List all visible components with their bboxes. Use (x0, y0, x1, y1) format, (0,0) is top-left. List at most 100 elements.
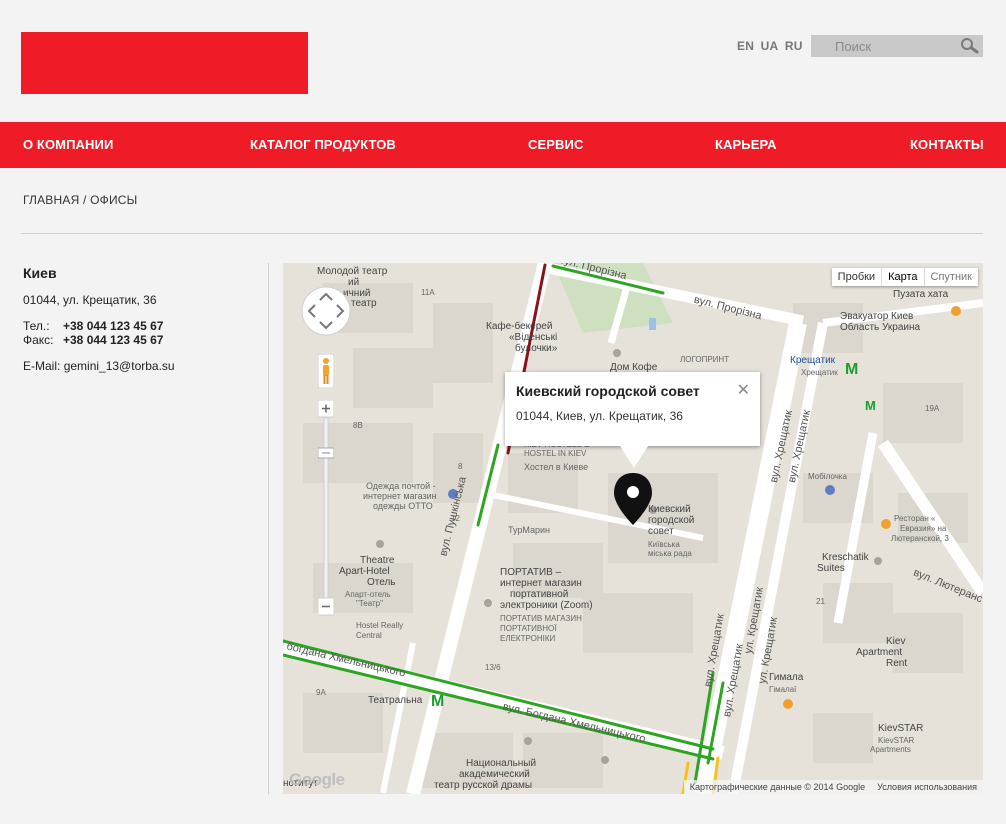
map-label: 13/6 (485, 663, 501, 672)
email-row: E-Mail: gemini_13@torba.su (23, 359, 175, 373)
phone-row: Тел.: +38 044 123 45 67 (23, 319, 175, 333)
map-label: театр (351, 298, 377, 309)
nav-about[interactable]: О КОМПАНИИ (23, 137, 113, 152)
office-address: 01044, ул. Крещатик, 36 (23, 293, 157, 307)
map-terms-link[interactable]: Условия использования (877, 780, 977, 794)
map-label: "Театр" (356, 599, 383, 608)
lang-en[interactable]: EN (737, 39, 754, 53)
map-label: ЕЛЕКТРОНІКИ (500, 634, 556, 643)
info-window-tail (620, 446, 648, 468)
map-label: Theatre (360, 555, 395, 566)
map-label: портативной (510, 589, 569, 600)
breadcrumb-current: ОФИСЫ (90, 193, 138, 207)
office-info: Киев 01044, ул. Крещатик, 36 Тел.: +38 0… (23, 265, 175, 373)
map-label: интернет магазин (500, 578, 582, 589)
map-label: одежды ОТТО (373, 501, 433, 511)
breadcrumb: ГЛАВНАЯ / ОФИСЫ (23, 193, 137, 207)
map-label: театр русской драмы (434, 780, 533, 791)
pan-control[interactable] (300, 285, 352, 337)
email-label: E-Mail: (23, 359, 61, 373)
map-label: Suites (817, 563, 845, 574)
search-box (811, 35, 983, 57)
map-type-control: Пробки Карта Спутник (831, 268, 978, 286)
map-label: Хостел в Киеве (524, 462, 589, 472)
search-icon[interactable] (959, 37, 979, 55)
map-label: Apartments (870, 745, 911, 754)
map-label: Rent (886, 658, 908, 669)
breadcrumb-home[interactable]: ГЛАВНАЯ (23, 193, 79, 207)
map-type-map[interactable]: Карта (881, 268, 923, 286)
fax-label: Факс: (23, 333, 54, 347)
svg-text:M: M (431, 693, 444, 710)
map-info-window: Киевский городской совет 01044, Киев, ул… (505, 372, 760, 446)
map-type-satellite[interactable]: Спутник (923, 268, 978, 286)
search-input[interactable] (811, 35, 975, 57)
map-label: Apart-Hotel (339, 566, 390, 577)
map-label: Молодой театр (317, 266, 388, 277)
map-label: городской (648, 515, 695, 526)
map-label: Kiev (886, 636, 906, 647)
map-label: міська рада (648, 549, 692, 558)
map-label: Гімалаї (769, 685, 797, 694)
vertical-divider (268, 263, 269, 794)
map-label: Область Украина (840, 322, 921, 333)
fax-row: Факс: +38 044 123 45 67 (23, 333, 175, 347)
map-label: 8В (353, 421, 363, 430)
language-switcher: EN UA RU (737, 39, 806, 53)
map-label: 11А (421, 288, 435, 297)
breadcrumb-separator: / (83, 193, 87, 207)
map-label: академический (459, 769, 530, 780)
fax-value: +38 044 123 45 67 (63, 333, 164, 347)
map-label: 21 (816, 597, 825, 606)
nav-catalog[interactable]: КАТАЛОГ ПРОДУКТОВ (250, 137, 396, 152)
map-type-traffic[interactable]: Пробки (832, 268, 881, 286)
map-label: Central (356, 631, 382, 640)
map-label: Пузата хата (893, 289, 949, 300)
map-label: булочки» (515, 343, 558, 354)
phone-value: +38 044 123 45 67 (63, 319, 164, 333)
map-label: ЛОГОПРИНТ (680, 355, 730, 364)
info-window-address: 01044, Киев, ул. Крещатик, 36 (516, 409, 683, 423)
nav-career[interactable]: КАРЬЕРА (715, 137, 777, 152)
svg-text:M: M (845, 361, 858, 378)
zoom-control[interactable] (318, 400, 334, 620)
map-label: Мобілочка (808, 472, 847, 481)
phone-label: Тел.: (23, 319, 50, 333)
main-navigation: О КОМПАНИИ КАТАЛОГ ПРОДУКТОВ СЕРВИС КАРЬ… (0, 122, 1006, 168)
map-label: «Віденські (509, 332, 558, 343)
map-label: Отель (367, 577, 396, 588)
map-label: Гимала (769, 672, 804, 683)
map-label: электроники (Zoom) (500, 600, 593, 611)
map-label: KievSTAR (878, 723, 924, 734)
map-canvas[interactable]: M M M (283, 263, 983, 794)
map-label: Крещатик (790, 355, 836, 366)
email-value[interactable]: gemini_13@torba.su (64, 359, 175, 373)
map-label: Хрещатик (801, 368, 838, 377)
map-label: ПОРТАТИВ – (500, 567, 562, 578)
map-label: Kreschatik (822, 552, 869, 563)
info-window-title: Киевский городской совет (516, 383, 700, 399)
map-label: Лютеранской, 3 (891, 534, 949, 543)
office-map[interactable]: M M M Молодой театр ий ичний театр 11А в… (283, 263, 983, 794)
map-label: 8 (458, 462, 463, 471)
nav-service[interactable]: СЕРВИС (528, 137, 583, 152)
lang-ua[interactable]: UA (761, 39, 779, 53)
map-label: Кафе-бекерей (486, 321, 553, 332)
map-label: Эвакуатор Киев (840, 311, 914, 322)
map-label: Театральна (368, 695, 423, 706)
nav-contacts[interactable]: КОНТАКТЫ (910, 137, 984, 152)
company-logo[interactable] (21, 32, 308, 94)
map-copyright: Картографические данные © 2014 Google (689, 782, 866, 792)
google-logo[interactable]: Google (289, 770, 345, 790)
lang-ru[interactable]: RU (785, 39, 803, 53)
map-attribution: Картографические данные © 2014 Google Ус… (683, 780, 983, 794)
close-icon[interactable]: ✕ (737, 380, 750, 400)
office-city: Киев (23, 265, 57, 281)
map-label: Национальный (466, 758, 537, 769)
svg-text:M: M (865, 398, 876, 413)
map-label: 9А (316, 688, 326, 697)
map-label: совет (648, 526, 674, 537)
street-view-pegman-icon[interactable] (318, 354, 334, 388)
map-label: ТурМарин (508, 525, 551, 535)
map-label: 19А (925, 404, 940, 413)
